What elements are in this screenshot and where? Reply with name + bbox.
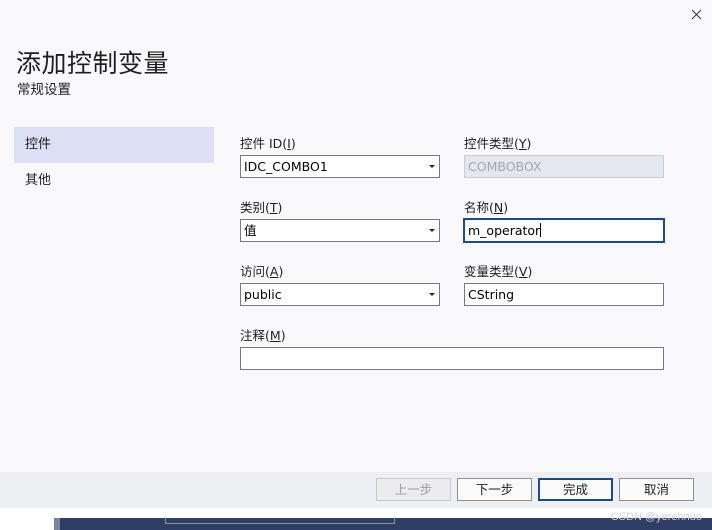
close-button[interactable] xyxy=(688,6,704,22)
dropdown-arrow-icon xyxy=(429,229,435,232)
control-id-label: 控件 ID(I) xyxy=(240,136,296,151)
category-value: 值 xyxy=(244,223,257,238)
comment-label: 注释(M) xyxy=(240,328,286,343)
access-label: 访问(A) xyxy=(240,264,284,279)
background-window-panel xyxy=(165,518,395,524)
nav-item-other[interactable]: 其他 xyxy=(14,163,214,199)
control-type-value: COMBOBOX xyxy=(468,159,542,174)
dialog-subtitle: 常规设置 xyxy=(17,82,71,98)
category-label: 类别(T) xyxy=(240,200,283,215)
name-input[interactable]: m_operator xyxy=(463,218,665,243)
access-combo[interactable]: public xyxy=(240,283,440,306)
control-type-label: 控件类型(Y) xyxy=(464,136,532,151)
variable-type-value: CString xyxy=(468,287,515,302)
cancel-button[interactable]: 取消 xyxy=(619,478,694,501)
comment-input[interactable] xyxy=(240,347,664,370)
control-id-value: IDC_COMBO1 xyxy=(244,159,328,174)
add-control-variable-dialog: 添加控制变量 常规设置 控件 其他 控件 ID(I) IDC_COMBO1 控件… xyxy=(0,0,712,530)
variable-type-input[interactable]: CString xyxy=(464,283,664,306)
dialog-title: 添加控制变量 xyxy=(16,49,170,78)
next-button[interactable]: 下一步 xyxy=(457,478,532,501)
text-caret xyxy=(540,223,542,237)
background-window-edge xyxy=(54,518,60,530)
category-combo[interactable]: 值 xyxy=(240,219,440,242)
prev-button[interactable]: 上一步 xyxy=(376,478,451,501)
access-value: public xyxy=(244,287,282,302)
dropdown-arrow-icon xyxy=(429,165,435,168)
sidebar-nav: 控件 其他 xyxy=(14,127,214,199)
control-id-combo[interactable]: IDC_COMBO1 xyxy=(240,155,440,178)
watermark: CSDN @yerennuo xyxy=(610,511,702,523)
name-label: 名称(N) xyxy=(464,200,509,215)
nav-item-control[interactable]: 控件 xyxy=(14,127,214,163)
variable-type-label: 变量类型(V) xyxy=(464,264,533,279)
dropdown-arrow-icon xyxy=(429,293,435,296)
close-icon xyxy=(691,9,701,19)
name-value: m_operator xyxy=(468,223,541,238)
control-type-field: COMBOBOX xyxy=(464,155,664,178)
finish-button[interactable]: 完成 xyxy=(538,478,613,501)
